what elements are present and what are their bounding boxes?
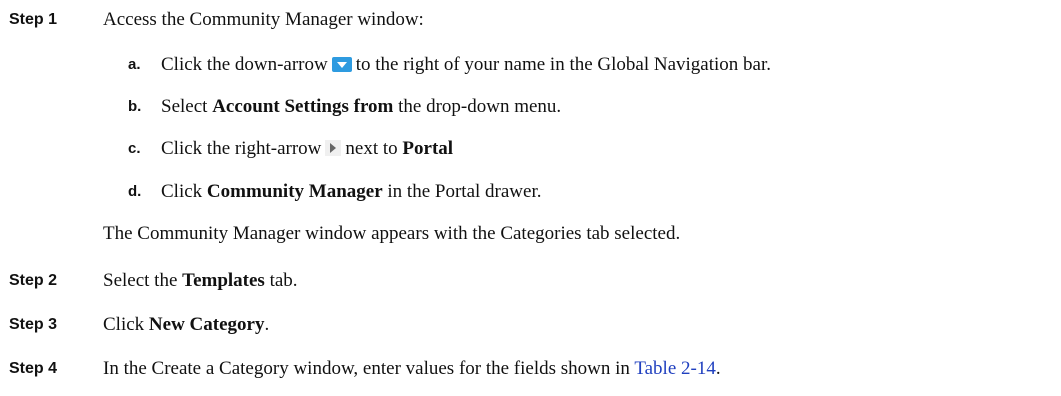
step-1-label: Step 1 bbox=[9, 11, 58, 28]
step-4-part2: . bbox=[715, 358, 721, 379]
substep-a-text: Click the down-arrow to the right of your… bbox=[161, 53, 771, 77]
substep-d-label: d. bbox=[128, 183, 142, 200]
substep-a-part2: to the right of your name in the Global … bbox=[355, 54, 771, 75]
table-2-14-link[interactable]: Table 2-14 bbox=[634, 358, 716, 379]
step-2-part1: Select the bbox=[103, 270, 178, 291]
step-4-text: In the Create a Category window, enter v… bbox=[103, 357, 721, 381]
substep-c-bold: Portal bbox=[402, 138, 454, 159]
step-1-text: Access the Community Manager window: bbox=[103, 9, 424, 30]
substep-b-part1: Select bbox=[161, 96, 208, 117]
step-3-text: Click New Category. bbox=[103, 313, 269, 337]
step-2-label: Step 2 bbox=[9, 272, 58, 289]
step-3-part2: . bbox=[264, 314, 270, 335]
step-4-part1: In the Create a Category window, enter v… bbox=[103, 358, 630, 379]
step-2-bold: Templates bbox=[182, 270, 265, 291]
substep-d-part1: Click bbox=[161, 181, 203, 202]
substep-d-part2: in the Portal drawer. bbox=[387, 181, 542, 202]
substep-a-part1: Click the down-arrow bbox=[161, 54, 328, 75]
step-2-part2: tab. bbox=[269, 270, 298, 291]
substep-c-label: c. bbox=[128, 140, 141, 157]
step-1-result: The Community Manager window appears wit… bbox=[103, 223, 681, 244]
down-arrow-icon bbox=[331, 57, 352, 72]
substep-b-bold: Account Settings from bbox=[212, 96, 394, 117]
step-4-label: Step 4 bbox=[9, 360, 58, 377]
substep-b-part2: the drop-down menu. bbox=[398, 96, 562, 117]
step-3-bold: New Category bbox=[148, 314, 265, 335]
substep-c-text: Click the right-arrow next to Portal bbox=[161, 137, 453, 161]
step-3-label: Step 3 bbox=[9, 316, 58, 333]
step-3-part1: Click bbox=[103, 314, 145, 335]
substep-b-label: b. bbox=[128, 98, 142, 115]
right-arrow-icon bbox=[325, 140, 342, 156]
substep-d-bold: Community Manager bbox=[206, 181, 383, 202]
substep-b-text: Select Account Settings from the drop-do… bbox=[161, 95, 561, 119]
substep-d-text: Click Community Manager in the Portal dr… bbox=[161, 180, 541, 204]
step-2-text: Select the Templates tab. bbox=[103, 269, 298, 293]
substep-a-label: a. bbox=[128, 56, 141, 73]
substep-c-part1: Click the right-arrow bbox=[161, 138, 322, 159]
substep-c-part2: next to bbox=[345, 138, 398, 159]
